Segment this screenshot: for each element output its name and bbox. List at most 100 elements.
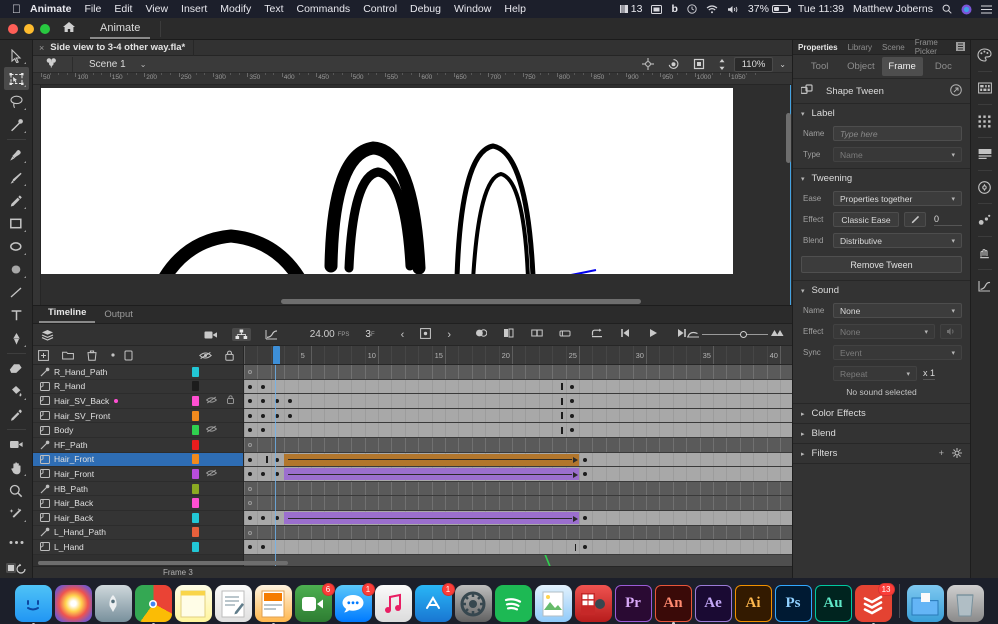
keyframe-marker[interactable] bbox=[261, 399, 266, 404]
keyframe-marker[interactable] bbox=[569, 384, 574, 389]
menu-commands[interactable]: Commands bbox=[297, 3, 351, 15]
resize-timeline-icon[interactable] bbox=[687, 329, 699, 341]
dock-item-chrome[interactable] bbox=[134, 585, 172, 624]
layer-row[interactable]: L_Hand_Path bbox=[33, 525, 243, 541]
scene-clover-icon[interactable] bbox=[45, 57, 58, 71]
sound-sync-select[interactable]: Event ▾ bbox=[833, 345, 962, 360]
layer-row[interactable]: R_Hand_Path bbox=[33, 365, 243, 380]
classic-tween-span[interactable] bbox=[284, 512, 579, 524]
camera-icon[interactable] bbox=[204, 330, 218, 340]
dock-item-app-store[interactable]: 1 bbox=[414, 583, 455, 622]
chevron-right-icon[interactable]: ▸ bbox=[801, 430, 805, 438]
classic-tween-span[interactable] bbox=[284, 468, 579, 481]
keyframe-marker[interactable] bbox=[583, 516, 587, 520]
dock-item-trash[interactable] bbox=[946, 585, 984, 622]
dock-item-illustrator[interactable]: Ai bbox=[734, 585, 772, 622]
layer-name[interactable]: Hair_SV_Back bbox=[54, 396, 109, 406]
step-forward-icon[interactable] bbox=[676, 328, 687, 341]
minimize-window-button[interactable] bbox=[24, 23, 34, 34]
effect-number-value[interactable]: 0 bbox=[934, 214, 962, 226]
menu-edit[interactable]: Edit bbox=[114, 3, 132, 15]
layer-hidden-icon[interactable] bbox=[205, 469, 218, 479]
sound-name-select[interactable]: None ▾ bbox=[833, 303, 962, 318]
layer-name[interactable]: L_Hand bbox=[54, 542, 84, 552]
dock-item-todoist[interactable]: 13 bbox=[854, 583, 895, 624]
sound-effect-select[interactable]: None ▾ bbox=[833, 324, 935, 339]
tab-timeline[interactable]: Timeline bbox=[39, 305, 96, 323]
menu-text[interactable]: Text bbox=[264, 3, 283, 15]
frame-zoom-icon[interactable] bbox=[771, 329, 784, 340]
keyframe-marker[interactable] bbox=[261, 384, 266, 389]
tab-library[interactable]: Library bbox=[848, 43, 872, 52]
dock-item-launchpad[interactable] bbox=[94, 585, 132, 622]
keyframe-marker[interactable] bbox=[569, 413, 574, 418]
apple-menu-icon[interactable]:  bbox=[12, 3, 21, 15]
center-stage-icon[interactable] bbox=[641, 58, 654, 70]
motion-editor-panel-icon[interactable] bbox=[974, 275, 996, 297]
menu-file[interactable]: File bbox=[84, 3, 101, 15]
frame-span-end[interactable] bbox=[561, 426, 563, 434]
chevron-down-icon[interactable]: ▾ bbox=[801, 110, 805, 118]
zoom-tool[interactable] bbox=[4, 479, 29, 502]
ease-select[interactable]: Properties together ▾ bbox=[833, 191, 962, 206]
frame-span-end[interactable] bbox=[561, 412, 563, 420]
layer-row[interactable]: R_Hand bbox=[33, 379, 243, 395]
timeline-zoom-slider[interactable] bbox=[687, 329, 784, 341]
document-tab-name[interactable]: Side view to 3-4 other way.fla* bbox=[50, 42, 185, 53]
frame-row[interactable] bbox=[244, 511, 792, 526]
keyframe-marker[interactable] bbox=[288, 399, 293, 404]
siri-icon[interactable] bbox=[961, 4, 972, 15]
layer-name[interactable]: Hair_SV_Front bbox=[54, 411, 110, 421]
frame-row[interactable] bbox=[244, 467, 792, 482]
dot-icon[interactable] bbox=[110, 352, 116, 358]
frame-row[interactable] bbox=[244, 423, 792, 438]
user-name[interactable]: Matthew Joberns bbox=[853, 3, 933, 15]
layer-color-chip[interactable] bbox=[192, 395, 199, 406]
frame-row[interactable] bbox=[244, 540, 792, 555]
keyframe-marker[interactable] bbox=[583, 545, 587, 550]
control-center-icon[interactable] bbox=[981, 5, 992, 14]
layer-color-chip[interactable] bbox=[192, 366, 199, 377]
zoom-slider-track[interactable] bbox=[702, 331, 768, 338]
line-tool[interactable] bbox=[4, 281, 29, 304]
frame-span-end[interactable] bbox=[574, 543, 577, 551]
frame-row[interactable] bbox=[244, 452, 792, 468]
frame-ruler[interactable]: 5 10 15 20 25 30 35 40 bbox=[244, 346, 792, 365]
fill-tool[interactable] bbox=[4, 258, 29, 281]
eraser-tool[interactable] bbox=[4, 357, 29, 380]
actions-panel-icon[interactable] bbox=[974, 242, 996, 264]
layer-color-chip[interactable] bbox=[192, 527, 199, 538]
color-palette-icon[interactable] bbox=[974, 44, 996, 66]
notes-status-icon[interactable]: 13 bbox=[619, 3, 642, 15]
pen-tool[interactable] bbox=[4, 327, 29, 350]
dock-item-pages[interactable] bbox=[214, 585, 252, 622]
keyframe-marker[interactable] bbox=[248, 457, 252, 462]
dock-item-downloads-folder[interactable] bbox=[906, 585, 944, 622]
remove-tween-button[interactable]: Remove Tween bbox=[801, 256, 962, 273]
magic-wand-tool[interactable] bbox=[4, 502, 29, 525]
chevron-down-icon[interactable]: ▾ bbox=[801, 287, 805, 295]
blend-header[interactable]: ▸ Blend bbox=[793, 424, 970, 443]
layer-row[interactable]: Hair_Front bbox=[33, 452, 243, 468]
free-transform-tool[interactable] bbox=[3, 67, 29, 90]
parent-view-icon[interactable] bbox=[231, 328, 251, 341]
go-next-keyframe-button[interactable]: › bbox=[447, 329, 451, 341]
canvas-viewport[interactable] bbox=[41, 85, 792, 305]
zoom-level-input[interactable]: 110% bbox=[733, 56, 774, 72]
frame-row[interactable] bbox=[244, 496, 792, 511]
tab-properties[interactable]: Properties bbox=[798, 43, 838, 52]
scene-chevron-down-icon[interactable]: ⌄ bbox=[140, 60, 147, 69]
layer-color-chip[interactable] bbox=[192, 498, 199, 509]
effect-button[interactable]: Classic Ease bbox=[833, 212, 899, 227]
frame-span-end[interactable] bbox=[561, 397, 563, 405]
label-section-header[interactable]: ▾ Label bbox=[793, 104, 970, 123]
dock-item-photo-booth[interactable] bbox=[574, 585, 612, 622]
keyframe-marker[interactable] bbox=[583, 457, 587, 462]
wifi-icon[interactable] bbox=[706, 4, 718, 14]
paint-bucket-tool[interactable] bbox=[4, 380, 29, 403]
filter-options-icon[interactable] bbox=[952, 447, 962, 460]
eyedropper-tool[interactable] bbox=[4, 403, 29, 426]
dock-item-system-preferences[interactable] bbox=[454, 585, 492, 622]
tab-scene[interactable]: Scene bbox=[882, 43, 905, 52]
layer-row[interactable]: Hair_Front bbox=[33, 467, 243, 482]
